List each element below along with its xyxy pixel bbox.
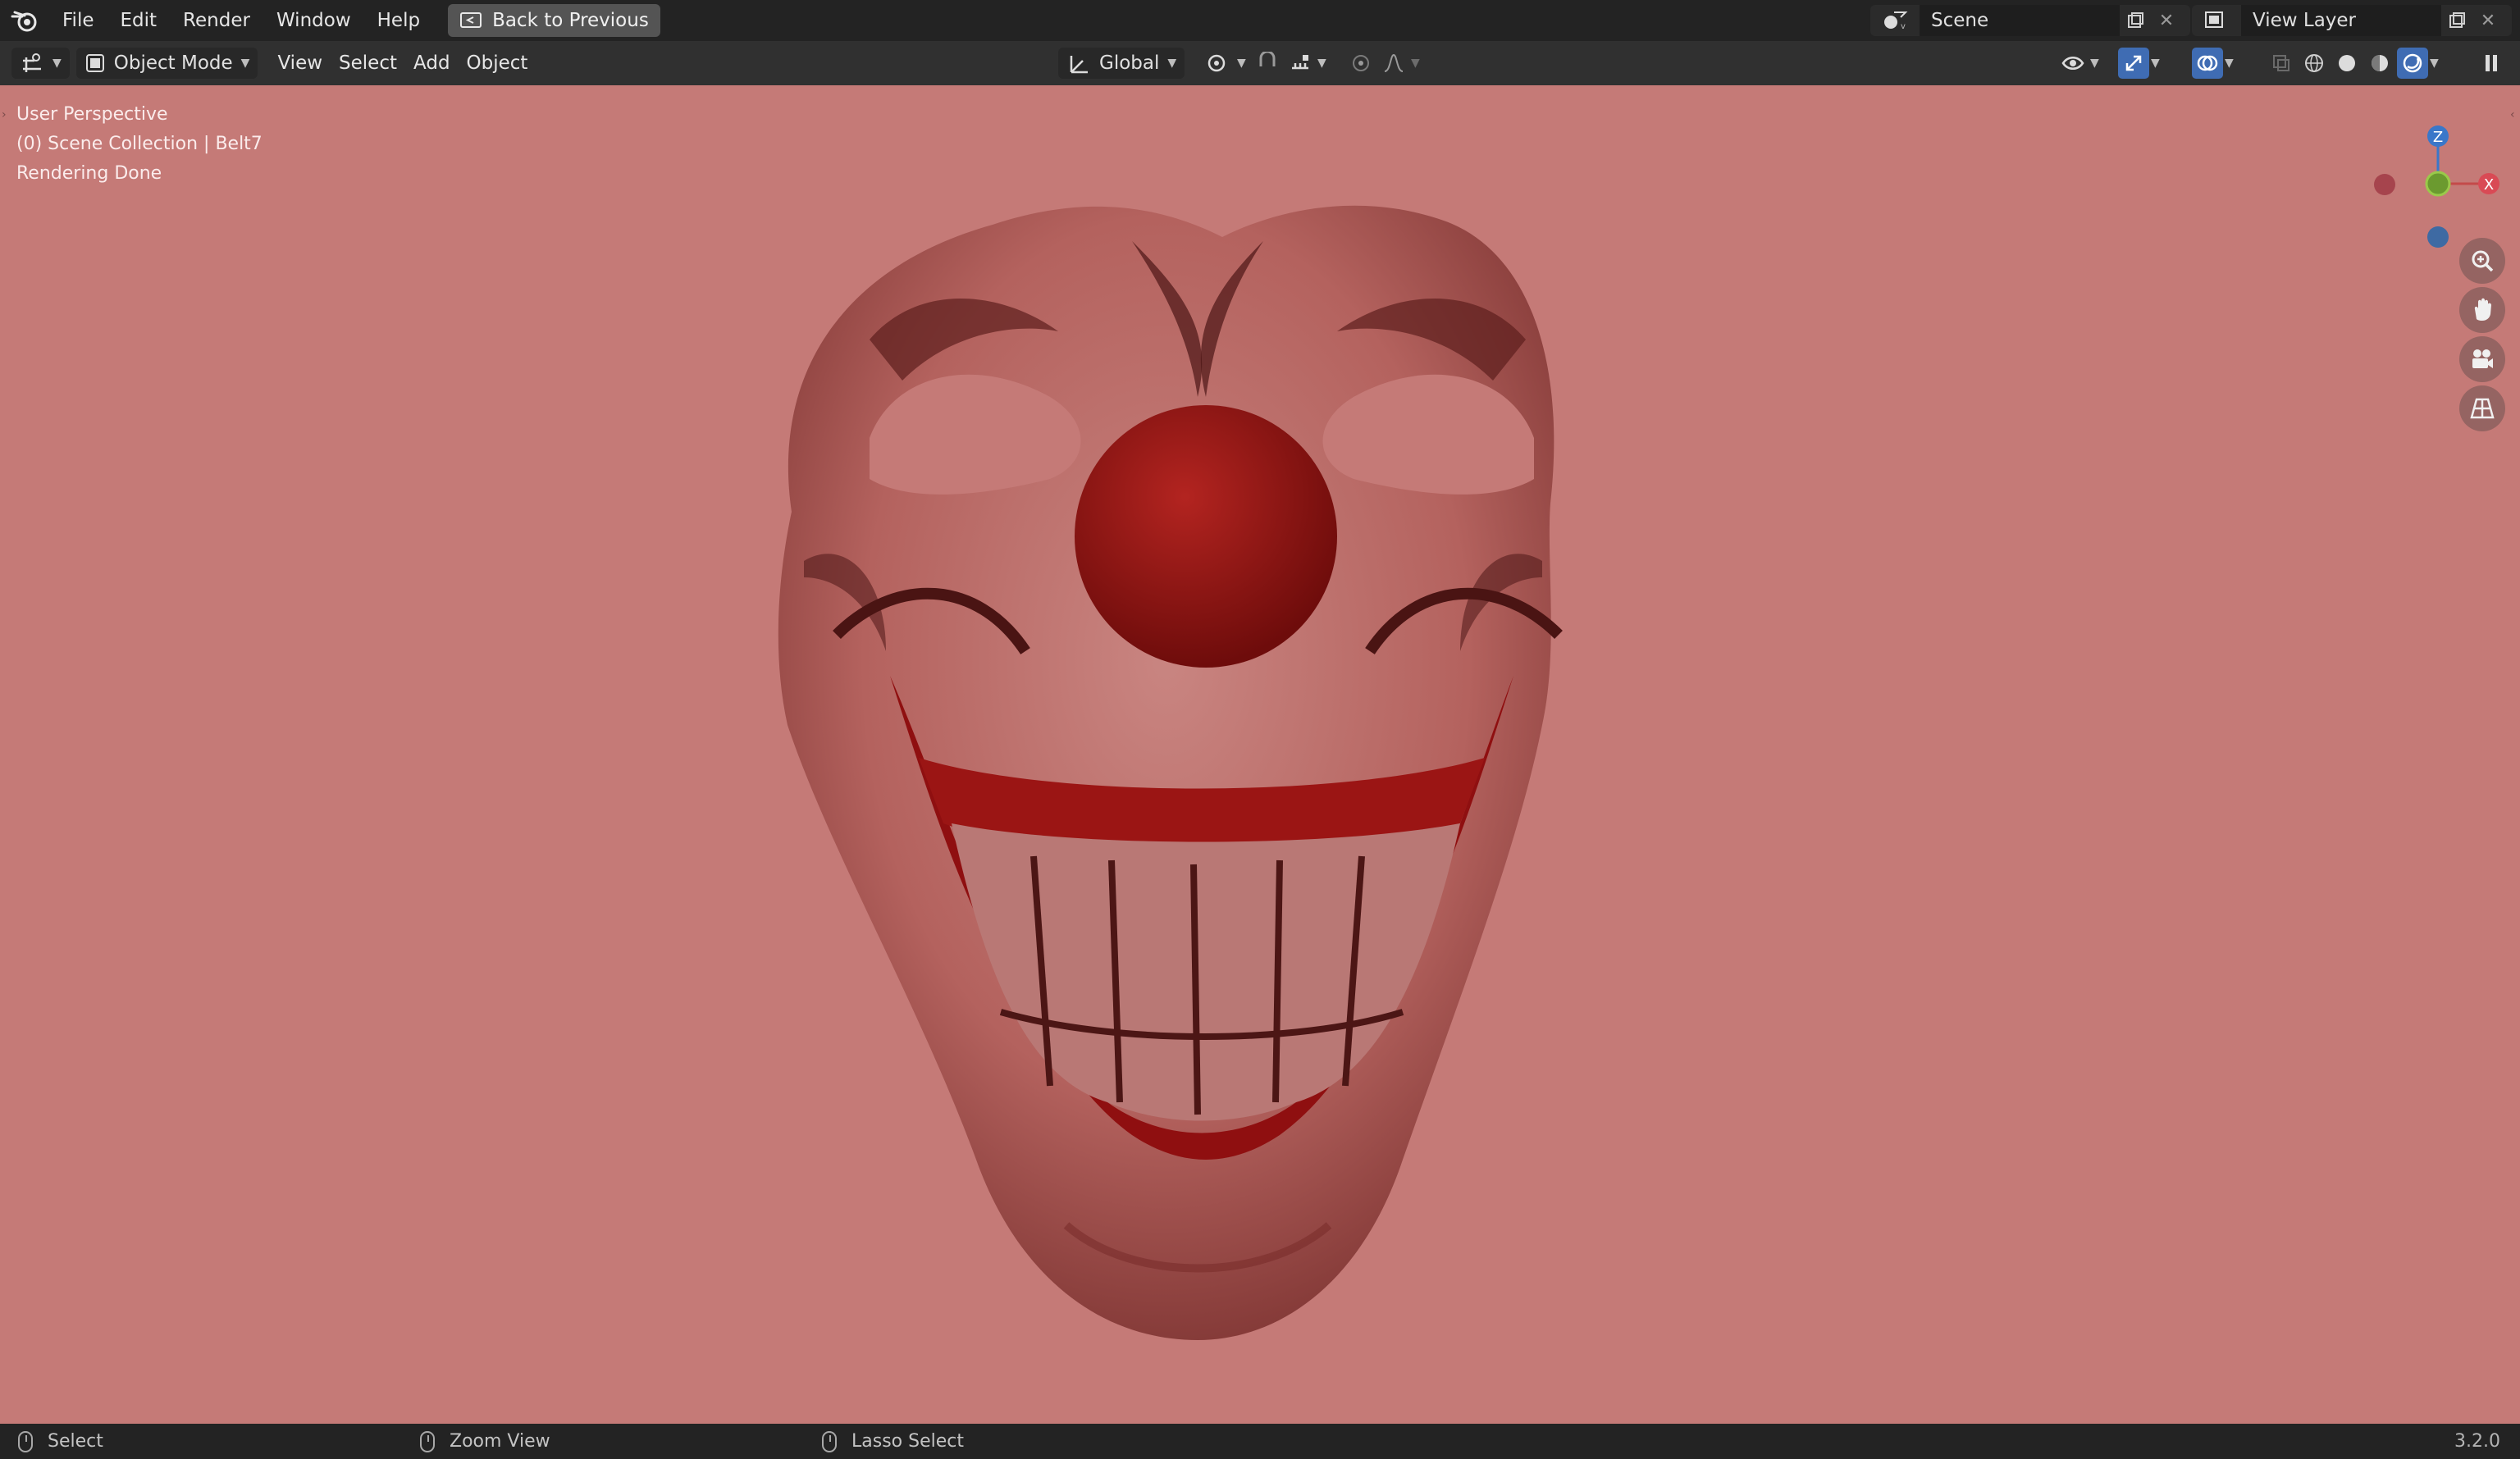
navigation-gizmo[interactable]: Z X — [2362, 102, 2510, 249]
status-lasso: Lasso Select — [822, 1430, 964, 1452]
scene-collection-label: (0) Scene Collection | Belt7 — [16, 134, 262, 154]
rendered-shading-icon[interactable] — [2397, 48, 2428, 79]
overlay-group: ▼ — [2192, 48, 2234, 79]
menu-view[interactable]: View — [269, 47, 331, 80]
pivot-point-dropdown[interactable]: ▼ — [1196, 48, 1254, 79]
transform-orientation-dropdown[interactable]: Global ▼ — [1058, 48, 1185, 79]
mouse-right-icon — [822, 1430, 837, 1452]
back-to-previous-label: Back to Previous — [492, 10, 649, 31]
menu-render[interactable]: Render — [170, 0, 263, 41]
view-layer-name-field[interactable]: View Layer — [2241, 5, 2441, 36]
menu-help[interactable]: Help — [364, 0, 433, 41]
3d-viewport[interactable]: › ‹ User Perspective (0) Scene Collectio… — [0, 85, 2520, 1424]
editor-type-icon — [23, 53, 41, 72]
status-select: Select — [18, 1430, 103, 1452]
menu-window[interactable]: Window — [263, 0, 364, 41]
scene-selector[interactable]: v Scene ✕ — [1870, 5, 2190, 36]
new-view-layer-icon[interactable] — [2441, 5, 2472, 36]
toolbar-collapse-arrow-icon[interactable]: › — [2, 108, 10, 126]
chevron-down-icon: ▼ — [1237, 57, 1246, 70]
snapping-group: ▼ — [1252, 48, 1326, 79]
visibility-icon[interactable] — [2057, 48, 2089, 79]
zoom-icon[interactable] — [2459, 238, 2505, 284]
pivot-icon — [1208, 54, 1226, 72]
sidebar-collapse-arrow-icon[interactable]: ‹ — [2510, 108, 2518, 126]
chevron-down-icon: ▼ — [2090, 57, 2099, 70]
status-zoom-label: Zoom View — [450, 1431, 550, 1452]
transform-orientation-icon — [1070, 56, 1088, 74]
grid-icon[interactable] — [2459, 385, 2505, 431]
chevron-down-icon: ▼ — [1167, 57, 1177, 70]
chevron-down-icon: ▼ — [2151, 57, 2160, 70]
material-shading-icon[interactable] — [2364, 48, 2395, 79]
neg-z-axis-handle[interactable] — [2427, 226, 2449, 248]
falloff-curve-icon[interactable] — [1378, 48, 1409, 79]
object-mode-dropdown[interactable]: Object Mode ▼ — [75, 48, 258, 79]
version-label: 3.2.0 — [2454, 1431, 2500, 1452]
viewport-info: User Perspective (0) Scene Collection | … — [16, 100, 262, 189]
status-zoom: Zoom View — [420, 1430, 550, 1452]
chevron-down-icon: ▼ — [52, 57, 62, 70]
x-axis-label: X — [2484, 176, 2494, 194]
snap-increment-icon[interactable] — [1285, 48, 1316, 79]
top-menu-bar: File Edit Render Window Help Back to Pre… — [0, 0, 2520, 41]
orientation-label: Global — [1099, 52, 1160, 74]
clown-mask-render — [778, 205, 1563, 1341]
view-perspective-label: User Perspective — [16, 104, 168, 125]
back-to-previous-button[interactable]: Back to Previous — [448, 4, 660, 37]
proportional-edit-group: ▼ — [1345, 48, 1420, 79]
object-mode-label: Object Mode — [113, 52, 233, 74]
chevron-down-icon: ▼ — [1411, 57, 1420, 70]
new-scene-icon[interactable] — [2120, 5, 2151, 36]
chevron-down-icon: ▼ — [1317, 57, 1326, 70]
status-lasso-label: Lasso Select — [851, 1431, 964, 1452]
menu-add[interactable]: Add — [405, 47, 459, 80]
gizmo-group: ▼ — [2118, 48, 2160, 79]
status-bar: Select Zoom View Lasso Select 3.2.0 — [0, 1424, 2520, 1459]
chevron-down-icon: ▼ — [240, 57, 250, 70]
hand-icon[interactable] — [2459, 287, 2505, 333]
close-view-layer-icon[interactable]: ✕ — [2472, 5, 2504, 36]
pause-render-icon[interactable] — [2476, 48, 2507, 79]
editor-type-dropdown[interactable]: ▼ — [11, 48, 70, 79]
menu-object[interactable]: Object — [459, 47, 536, 80]
chevron-down-icon: ▼ — [2430, 57, 2439, 70]
camera-icon[interactable] — [2459, 336, 2505, 382]
solid-shading-icon[interactable] — [2331, 48, 2362, 79]
wireframe-shading-icon[interactable] — [2299, 48, 2330, 79]
close-scene-icon[interactable]: ✕ — [2151, 5, 2182, 36]
chevron-down-icon: ▼ — [2225, 57, 2234, 70]
xray-icon[interactable] — [2266, 48, 2297, 79]
proportional-edit-icon[interactable] — [1345, 48, 1376, 79]
overlay-icon[interactable] — [2192, 48, 2223, 79]
view-layer-selector[interactable]: View Layer ✕ — [2192, 5, 2512, 36]
snap-toggle-icon[interactable] — [1252, 48, 1283, 79]
shading-group: ▼ — [2266, 48, 2439, 79]
gizmo-icon[interactable] — [2118, 48, 2149, 79]
svg-text:v: v — [1901, 22, 1906, 31]
menu-edit[interactable]: Edit — [107, 0, 171, 41]
menu-select[interactable]: Select — [331, 47, 405, 80]
visibility-group: ▼ — [2057, 48, 2099, 79]
object-mode-icon — [85, 54, 104, 72]
scene-name-field[interactable]: Scene — [1920, 5, 2120, 36]
status-select-label: Select — [48, 1431, 103, 1452]
y-axis-handle[interactable] — [2425, 171, 2451, 197]
viewport-header: ▼ Object Mode ▼ View Select Add Object G… — [0, 41, 2520, 85]
mouse-middle-icon — [420, 1430, 435, 1452]
scene-icon: v — [1870, 5, 1920, 36]
view-layer-icon — [2192, 5, 2241, 36]
neg-x-axis-handle[interactable] — [2374, 174, 2395, 195]
blender-logo-icon[interactable] — [0, 0, 49, 41]
z-axis-label: Z — [2433, 129, 2443, 146]
back-screen-icon — [460, 12, 482, 28]
render-status-label: Rendering Done — [16, 163, 162, 184]
menu-file[interactable]: File — [49, 0, 107, 41]
mouse-left-icon — [18, 1430, 33, 1452]
